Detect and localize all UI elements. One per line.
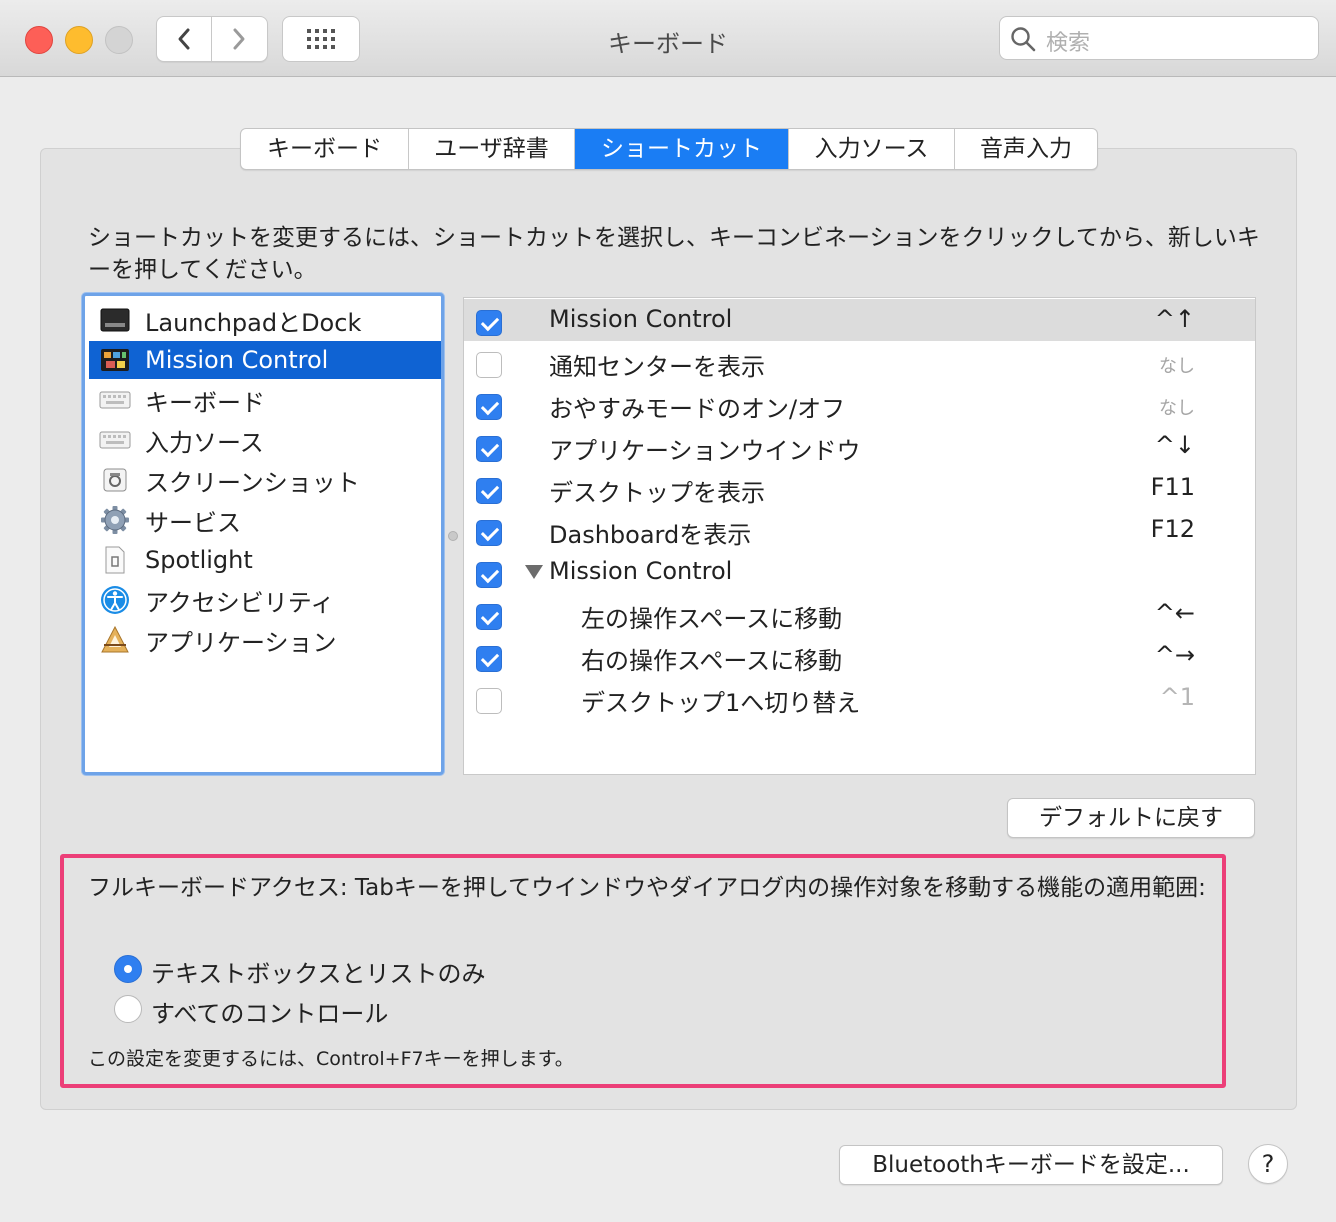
tab-dictation[interactable]: 音声入力 bbox=[955, 129, 1097, 169]
category-label: LaunchpadとDock bbox=[145, 308, 362, 337]
spotlight-icon bbox=[99, 544, 131, 576]
shortcut-key[interactable]: なし bbox=[1159, 394, 1195, 420]
shortcut-group-label: Mission Control bbox=[549, 557, 733, 585]
shortcut-checkbox[interactable] bbox=[476, 562, 502, 588]
shortcut-key[interactable]: ^↑ bbox=[1155, 305, 1195, 333]
shortcut-label: デスクトップを表示 bbox=[549, 479, 765, 507]
shortcut-row-notification-center[interactable]: 通知センターを表示 なし bbox=[464, 341, 1255, 383]
full-keyboard-access-note: この設定を変更するには、Control+F7キーを押します。 bbox=[88, 1048, 574, 1070]
category-item-screenshot[interactable]: スクリーンショット bbox=[89, 461, 441, 499]
radio-label[interactable]: すべてのコントロール bbox=[151, 994, 388, 1029]
tab-bar: キーボード ユーザ辞書 ショートカット 入力ソース 音声入力 bbox=[240, 128, 1098, 170]
tab-shortcuts[interactable]: ショートカット bbox=[575, 129, 789, 169]
shortcut-label: 通知センターを表示 bbox=[549, 353, 765, 381]
category-item-keyboard[interactable]: キーボード bbox=[89, 381, 441, 419]
shortcut-checkbox[interactable] bbox=[476, 478, 502, 504]
accessibility-icon bbox=[99, 584, 131, 616]
shortcut-group-mission-control[interactable]: Mission Control bbox=[464, 551, 1255, 593]
shortcut-key[interactable]: ^← bbox=[1155, 599, 1195, 627]
shortcut-key[interactable]: ^1 bbox=[1160, 683, 1195, 711]
launchpad-dock-icon bbox=[99, 304, 131, 336]
shortcut-label: Mission Control bbox=[549, 305, 733, 333]
shortcut-checkbox[interactable] bbox=[476, 310, 502, 336]
shortcut-checkbox[interactable] bbox=[476, 352, 502, 378]
category-label: Mission Control bbox=[145, 346, 329, 374]
category-item-spotlight[interactable]: Spotlight bbox=[89, 541, 441, 579]
shortcut-key[interactable]: F12 bbox=[1151, 515, 1195, 543]
search-field[interactable]: 検索 bbox=[999, 16, 1319, 60]
shortcut-label: 右の操作スペースに移動 bbox=[581, 647, 843, 675]
category-item-services[interactable]: サービス bbox=[89, 501, 441, 539]
shortcut-key[interactable]: ^↓ bbox=[1155, 431, 1195, 459]
tab-user-dictionary[interactable]: ユーザ辞書 bbox=[409, 129, 575, 169]
mission-control-icon bbox=[99, 344, 131, 376]
category-item-accessibility[interactable]: アクセシビリティ bbox=[89, 581, 441, 619]
radio-label[interactable]: テキストボックスとリストのみ bbox=[151, 954, 486, 989]
search-icon bbox=[1011, 27, 1036, 52]
shortcut-row-dashboard[interactable]: Dashboardを表示 F12 bbox=[464, 509, 1255, 551]
shortcut-row-switch-desktop-1[interactable]: デスクトップ1へ切り替え ^1 bbox=[464, 677, 1255, 719]
tab-input-sources[interactable]: 入力ソース bbox=[789, 129, 955, 169]
shortcut-label: 左の操作スペースに移動 bbox=[581, 605, 843, 633]
shortcut-checkbox[interactable] bbox=[476, 436, 502, 462]
shortcut-instructions: ショートカットを変更するには、ショートカットを選択し、キーコンビネーションをクリ… bbox=[88, 225, 1260, 283]
setup-bluetooth-keyboard-button[interactable]: Bluetoothキーボードを設定... bbox=[839, 1145, 1223, 1185]
split-view-divider[interactable] bbox=[448, 531, 458, 541]
shortcut-checkbox[interactable] bbox=[476, 604, 502, 630]
help-button[interactable]: ? bbox=[1248, 1144, 1288, 1184]
shortcut-checkbox[interactable] bbox=[476, 520, 502, 546]
radio-all-controls[interactable] bbox=[114, 995, 142, 1023]
category-item-input-sources[interactable]: 入力ソース bbox=[89, 421, 441, 459]
shortcut-key[interactable]: ^→ bbox=[1155, 641, 1195, 669]
shortcut-checkbox[interactable] bbox=[476, 394, 502, 420]
category-label: スクリーンショット bbox=[145, 468, 360, 497]
shortcut-label: デスクトップ1へ切り替え bbox=[581, 689, 861, 717]
category-label: アクセシビリティ bbox=[145, 588, 335, 617]
title-bar: キーボード 検索 bbox=[0, 0, 1336, 77]
shortcut-row-show-desktop[interactable]: デスクトップを表示 F11 bbox=[464, 467, 1255, 509]
category-item-launchpad-dock[interactable]: LaunchpadとDock bbox=[89, 301, 441, 339]
applications-icon bbox=[99, 624, 131, 656]
shortcut-label: おやすみモードのオン/オフ bbox=[549, 395, 846, 423]
shortcut-key[interactable]: F11 bbox=[1151, 473, 1195, 501]
restore-defaults-button[interactable]: デフォルトに戻す bbox=[1007, 798, 1255, 838]
shortcut-row-mission-control[interactable]: Mission Control ^↑ bbox=[464, 299, 1255, 341]
shortcut-row-do-not-disturb[interactable]: おやすみモードのオン/オフ なし bbox=[464, 383, 1255, 425]
category-label: サービス bbox=[145, 508, 241, 537]
category-label: キーボード bbox=[145, 388, 265, 417]
category-list[interactable]: LaunchpadとDock Mission Control キーボード 入力ソ… bbox=[82, 293, 444, 775]
shortcut-row-move-right-space[interactable]: 右の操作スペースに移動 ^→ bbox=[464, 635, 1255, 677]
category-label: 入力ソース bbox=[145, 428, 264, 457]
input-sources-icon bbox=[99, 424, 131, 456]
shortcut-checkbox[interactable] bbox=[476, 646, 502, 672]
shortcut-key[interactable]: なし bbox=[1159, 352, 1195, 378]
tab-keyboard[interactable]: キーボード bbox=[241, 129, 409, 169]
category-label: Spotlight bbox=[145, 546, 253, 574]
keyboard-icon bbox=[99, 384, 131, 416]
radio-text-boxes-lists-only[interactable] bbox=[114, 955, 142, 983]
category-label: アプリケーション bbox=[145, 628, 337, 657]
shortcut-table[interactable]: Mission Control ^↑ 通知センターを表示 なし おやすみモードの… bbox=[463, 297, 1256, 775]
shortcut-checkbox[interactable] bbox=[476, 688, 502, 714]
shortcut-row-application-windows[interactable]: アプリケーションウインドウ ^↓ bbox=[464, 425, 1255, 467]
search-placeholder: 検索 bbox=[1046, 31, 1091, 56]
category-item-applications[interactable]: アプリケーション bbox=[89, 621, 441, 659]
shortcut-row-move-left-space[interactable]: 左の操作スペースに移動 ^← bbox=[464, 593, 1255, 635]
category-item-mission-control[interactable]: Mission Control bbox=[89, 341, 441, 379]
screenshot-icon bbox=[99, 464, 131, 496]
shortcut-label: Dashboardを表示 bbox=[549, 521, 752, 549]
disclosure-triangle-icon[interactable] bbox=[525, 565, 543, 579]
full-keyboard-access-title: フルキーボードアクセス: Tabキーを押してウインドウやダイアログ内の操作対象を… bbox=[88, 875, 1206, 901]
services-gear-icon bbox=[99, 504, 131, 536]
shortcut-label: アプリケーションウインドウ bbox=[549, 437, 861, 465]
